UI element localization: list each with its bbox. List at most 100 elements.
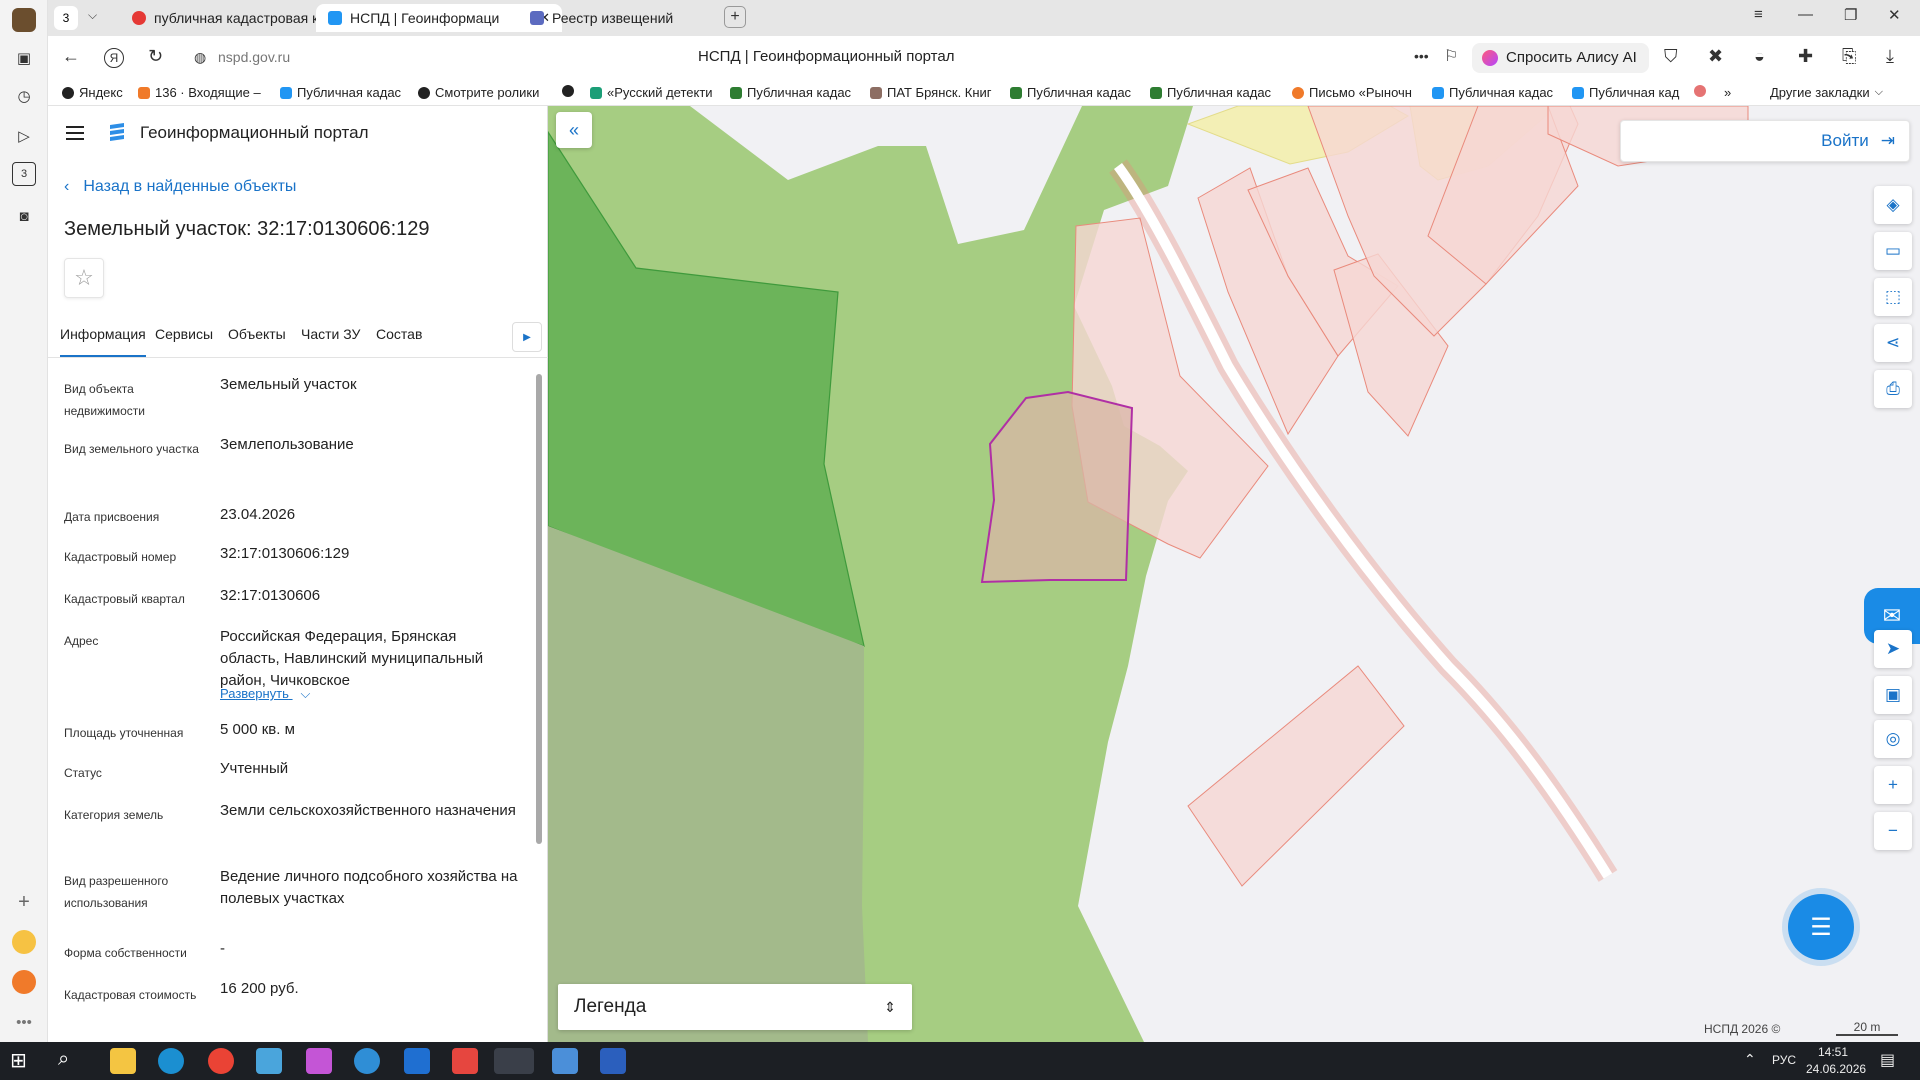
- back-to-results-link[interactable]: ‹ Назад в найденные объекты: [64, 178, 296, 196]
- locate-icon[interactable]: ➤: [1874, 630, 1912, 668]
- game-icon[interactable]: [12, 930, 36, 954]
- chrome-icon[interactable]: [208, 1048, 234, 1074]
- explorer-icon[interactable]: [110, 1048, 136, 1074]
- browser-logo-icon[interactable]: [12, 8, 36, 32]
- close-window-icon[interactable]: ✕: [1888, 6, 1901, 24]
- menu-icon[interactable]: ≡: [1754, 6, 1763, 23]
- bookmark-item[interactable]: Смотрите ролики: [418, 85, 539, 100]
- tab-counter[interactable]: 3: [54, 6, 78, 30]
- start-icon[interactable]: ⊞: [10, 1048, 36, 1074]
- more-icon[interactable]: •••: [12, 1010, 36, 1034]
- bookmark-item[interactable]: ПАТ Брянск. Книг: [870, 85, 992, 100]
- bookmark-label: Письмо «Рыночн: [1309, 85, 1412, 100]
- bookmark-item[interactable]: 136 · Входящие –: [138, 85, 261, 100]
- app-icon[interactable]: [552, 1048, 578, 1074]
- history-icon[interactable]: ◷: [12, 84, 36, 108]
- bookmark-item[interactable]: Публичная кадас: [1010, 85, 1131, 100]
- chat-icon[interactable]: ☰: [1788, 894, 1854, 960]
- yandex-icon[interactable]: Я: [104, 48, 124, 68]
- expand-address-link[interactable]: Развернуть ⌵: [220, 686, 310, 702]
- bookmark-item[interactable]: Яндекс: [62, 85, 123, 100]
- tab-count-icon[interactable]: 3: [12, 162, 36, 186]
- tabs-dropdown-icon[interactable]: ⌵: [88, 8, 97, 23]
- bookmark-item[interactable]: [1694, 85, 1706, 97]
- more-actions-icon[interactable]: •••: [1414, 48, 1429, 64]
- telegram-icon[interactable]: [354, 1048, 380, 1074]
- layers-icon[interactable]: ◈: [1874, 186, 1912, 224]
- collapse-panel-icon[interactable]: «: [556, 112, 592, 148]
- tab-notices[interactable]: Реестр извещений: [518, 4, 728, 32]
- row-label: Кадастровая стоимость: [64, 988, 197, 1002]
- screenshot-icon[interactable]: ◙: [12, 204, 36, 228]
- word-icon[interactable]: [600, 1048, 626, 1074]
- bookmark-item[interactable]: Письмо «Рыночн: [1292, 85, 1412, 100]
- tab-parts[interactable]: Части ЗУ: [301, 326, 360, 342]
- video-icon[interactable]: ▷: [12, 124, 36, 148]
- mail-icon[interactable]: [12, 970, 36, 994]
- parcel: [1187, 665, 1405, 887]
- bookmark-item[interactable]: Публичная кадас: [1432, 85, 1553, 100]
- edge-icon[interactable]: [158, 1048, 184, 1074]
- bookmark-item[interactable]: Публичная кадас: [730, 85, 851, 100]
- panel-scrollbar[interactable]: [536, 374, 542, 844]
- ruler-icon[interactable]: ▭: [1874, 232, 1912, 270]
- reload-icon[interactable]: ↻: [148, 46, 163, 67]
- extensions-icon[interactable]: ✚: [1798, 46, 1813, 67]
- ie-icon[interactable]: [404, 1048, 430, 1074]
- tab-services[interactable]: Сервисы: [155, 326, 213, 342]
- site-icon: [1694, 85, 1706, 97]
- menu-icon[interactable]: [66, 126, 84, 140]
- app-icon[interactable]: [306, 1048, 332, 1074]
- extension-k-icon[interactable]: ✖: [1708, 46, 1723, 67]
- login-button[interactable]: Войти ⇥: [1620, 120, 1910, 162]
- share-icon[interactable]: ⋖: [1874, 324, 1912, 362]
- bookmark-item[interactable]: Публичная кадас: [1150, 85, 1271, 100]
- geo-search-icon[interactable]: ◎: [1874, 720, 1912, 758]
- clock-date[interactable]: 24.06.2026: [1806, 1062, 1866, 1076]
- tabs-next-icon[interactable]: ▶: [512, 322, 542, 352]
- minimize-icon[interactable]: —: [1798, 6, 1813, 23]
- ask-alice-button[interactable]: Спросить Алису AI: [1472, 43, 1649, 73]
- map-view[interactable]: « Войти ⇥ ◈ ▭ ⬚ ⋖ ⎙ ✉ ➤ ▣ ◎ + − ☰ Легенда…: [548, 106, 1920, 1042]
- restore-icon[interactable]: ❐: [1844, 6, 1857, 24]
- other-bookmarks[interactable]: Другие закладки ⌵: [1770, 85, 1883, 100]
- tab-objects[interactable]: Объекты: [228, 326, 286, 342]
- clock-time[interactable]: 14:51: [1818, 1045, 1848, 1059]
- bookmarks-more-button[interactable]: »: [1724, 85, 1731, 100]
- collections-icon[interactable]: ▣: [12, 46, 36, 70]
- downloads-icon[interactable]: ⤓: [1886, 46, 1894, 67]
- share-icon[interactable]: ⎘: [1842, 46, 1856, 67]
- print-icon[interactable]: ⎙: [1874, 370, 1912, 408]
- legend-toggle[interactable]: Легенда ⇕: [558, 984, 912, 1030]
- back-arrow-icon[interactable]: ←: [62, 46, 80, 67]
- notifications-icon[interactable]: ▤: [1880, 1050, 1895, 1070]
- select-area-icon[interactable]: ⬚: [1874, 278, 1912, 316]
- bookmark-item[interactable]: [562, 85, 579, 97]
- protect-icon[interactable]: ⛉: [1664, 46, 1678, 67]
- bookmark-item[interactable]: Публичная кадас: [280, 85, 401, 100]
- site-info-icon[interactable]: ◍: [194, 49, 206, 66]
- map-canvas[interactable]: [548, 106, 1920, 1042]
- yandex-browser-taskbar-icon[interactable]: [494, 1048, 534, 1074]
- language-indicator[interactable]: РУС: [1772, 1053, 1796, 1067]
- zoom-out-icon[interactable]: −: [1874, 812, 1912, 850]
- bookmark-item[interactable]: «Русский детекти: [590, 85, 713, 100]
- add-panel-icon[interactable]: +: [12, 890, 36, 914]
- bookmark-icon[interactable]: ⚐: [1444, 46, 1458, 66]
- portal-logo-icon: [110, 123, 124, 141]
- browser-sidebar: ▣ ◷ ▷ 3 ◙ + •••: [0, 0, 48, 1042]
- minimap-icon[interactable]: ▣: [1874, 676, 1912, 714]
- bookmark-item[interactable]: Публичная кад: [1572, 85, 1679, 100]
- tab-composition[interactable]: Состав: [376, 326, 422, 342]
- app-icon[interactable]: [452, 1048, 478, 1074]
- vpn-icon[interactable]: ◒: [1754, 46, 1765, 67]
- tray-chevron-icon[interactable]: ⌃: [1744, 1051, 1756, 1068]
- favorite-star-icon[interactable]: ☆: [64, 258, 104, 298]
- search-icon[interactable]: ⌕: [58, 1048, 84, 1074]
- url-field[interactable]: nspd.gov.ru: [218, 49, 290, 65]
- app-icon[interactable]: [256, 1048, 282, 1074]
- zoom-in-icon[interactable]: +: [1874, 766, 1912, 804]
- new-tab-button[interactable]: +: [724, 6, 746, 28]
- tab-information[interactable]: Информация: [60, 326, 146, 357]
- address-bar: ← Я ↻ ◍ nspd.gov.ru НСПД | Геоинформацио…: [48, 36, 1920, 80]
